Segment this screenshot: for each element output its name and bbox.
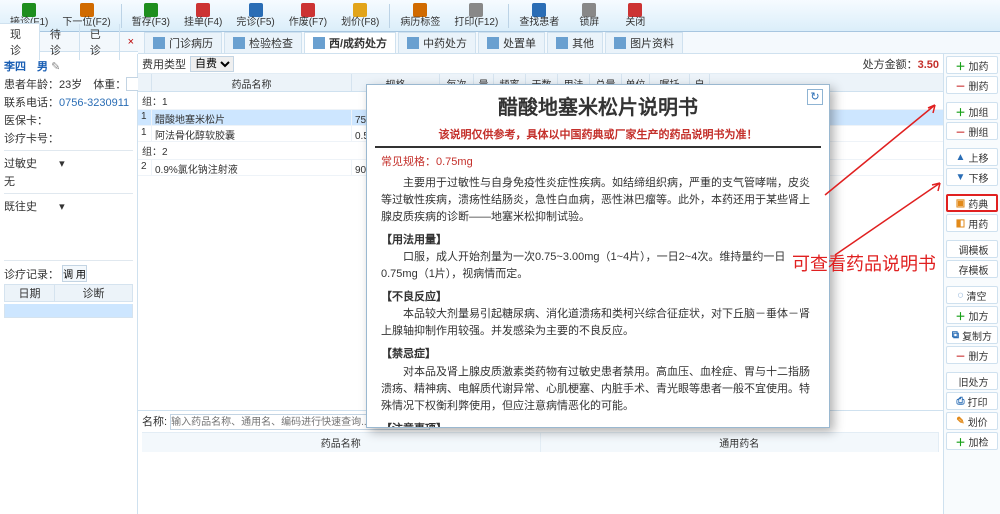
side-btn-6[interactable]: ▣药典: [946, 194, 998, 212]
popup-body: 常见规格：0.75mg 主要用于过敏性与自身免疫性炎症性疾病。如结缔组织病，严重…: [367, 154, 829, 427]
patient-sex: 男: [37, 61, 48, 73]
allergy-value: 无: [4, 173, 133, 189]
side-btn-17[interactable]: ＋加检: [946, 432, 998, 450]
action-sidebar: ＋加药 －删药 ＋加组 －删组 ▲上移 ▼下移 ▣药典 ◧用药调模板存模板 ◌清空 ＋加方 ⧉复制方…: [944, 54, 1000, 514]
toolbar-6[interactable]: 划价(F8): [335, 1, 385, 31]
toolbar-5[interactable]: 作废(F7): [283, 1, 333, 31]
side-btn-5[interactable]: ▼下移: [946, 168, 998, 186]
toolbar-8[interactable]: 打印(F12): [448, 1, 504, 31]
drug-manual-popup: 醋酸地塞米松片说明书 ↻ 该说明仅供参考，具体以中国药典或厂家生产的药品说明书为…: [366, 84, 830, 428]
col-drug-name: 药品名称: [142, 433, 541, 452]
doc-tab-2[interactable]: 西/成药处方: [304, 32, 396, 53]
grid-col-1: 药品名称: [152, 74, 352, 91]
toolbar-4[interactable]: 完诊(F5): [230, 1, 280, 31]
doc-tab-6[interactable]: 图片资料: [605, 32, 683, 53]
side-btn-13[interactable]: －删方: [946, 346, 998, 364]
patient-name: 李四: [4, 61, 26, 73]
popup-title: 醋酸地塞米松片说明书: [498, 91, 698, 120]
close-icon[interactable]: ×: [124, 36, 138, 48]
allergy-label: 过敏史: [4, 155, 56, 171]
col-generic-name: 通用药名: [541, 433, 940, 452]
col-date: 日期: [5, 285, 55, 301]
history-expand-icon[interactable]: ▾: [59, 201, 65, 213]
allergy-expand-icon[interactable]: ▾: [59, 158, 65, 170]
patient-edit-icon[interactable]: ✎: [51, 61, 60, 73]
doc-tab-0[interactable]: 门诊病历: [144, 32, 222, 53]
document-tabs: 门诊病历检验检查西/成药处方中药处方处置单其他图片资料: [138, 32, 1000, 54]
col-diag: 诊断: [55, 285, 132, 301]
fee-type-select[interactable]: 自费: [190, 56, 234, 72]
side-btn-14[interactable]: 旧处方: [946, 372, 998, 390]
side-btn-8[interactable]: 调模板: [946, 240, 998, 258]
record-label: 诊疗记录：: [4, 269, 59, 281]
side-btn-4[interactable]: ▲上移: [946, 148, 998, 166]
side-btn-3[interactable]: －删组: [946, 122, 998, 140]
toolbar-11[interactable]: 关闭: [613, 1, 657, 31]
toolbar-10[interactable]: 锁屏: [567, 1, 611, 31]
age-label: 患者年龄：: [4, 79, 59, 91]
side-btn-2[interactable]: ＋加组: [946, 102, 998, 120]
doc-tab-1[interactable]: 检验检查: [224, 32, 302, 53]
consult-status-tabs: 现诊 待诊 已诊 ×: [0, 32, 138, 52]
age-value: 23岁: [59, 79, 82, 91]
doc-tab-3[interactable]: 中药处方: [398, 32, 476, 53]
side-btn-16[interactable]: ✎划价: [946, 412, 998, 430]
annotation-text: 可查看药品说明书: [792, 250, 936, 276]
toolbar-3[interactable]: 挂单(F4): [178, 1, 228, 31]
toolbar-9[interactable]: 查找患者: [513, 1, 565, 31]
side-btn-0[interactable]: ＋加药: [946, 56, 998, 74]
main-toolbar: 接诊(F1)下一位(F2)暂存(F3)挂单(F4)完诊(F5)作废(F7)划价(…: [0, 0, 1000, 32]
patient-panel: 李四 男 ✎ 患者年龄：23岁 体重：kg 联系电话：0756-3230911 …: [0, 54, 138, 514]
phone-value: 0756-3230911: [59, 97, 129, 109]
side-btn-7[interactable]: ◧用药: [946, 214, 998, 232]
fee-type-label: 费用类型: [142, 56, 186, 72]
side-btn-11[interactable]: ＋加方: [946, 306, 998, 324]
prescription-amount: 3.50: [918, 59, 939, 71]
popup-disclaimer: 该说明仅供参考，具体以中国药典或厂家生产的药品说明书为准！: [375, 126, 821, 148]
side-btn-12[interactable]: ⧉复制方: [946, 326, 998, 344]
side-btn-10[interactable]: ◌清空: [946, 286, 998, 304]
card-label: 医保卡：: [4, 115, 48, 127]
record-row[interactable]: [4, 304, 133, 318]
side-btn-9[interactable]: 存模板: [946, 260, 998, 278]
side-btn-1[interactable]: －删药: [946, 76, 998, 94]
doc-tab-4[interactable]: 处置单: [478, 32, 545, 53]
refresh-icon[interactable]: ↻: [807, 89, 823, 105]
side-btn-15[interactable]: ⎙打印: [946, 392, 998, 410]
toolbar-7[interactable]: 病历标签: [394, 1, 446, 31]
record-load-button[interactable]: 调 用: [62, 265, 87, 282]
toolbar-2[interactable]: 暂存(F3): [126, 1, 176, 31]
grid-col-0: [138, 74, 152, 91]
history-label: 既往史: [4, 198, 56, 214]
doc-tab-5[interactable]: 其他: [547, 32, 603, 53]
visit-label: 诊疗卡号：: [4, 133, 59, 145]
